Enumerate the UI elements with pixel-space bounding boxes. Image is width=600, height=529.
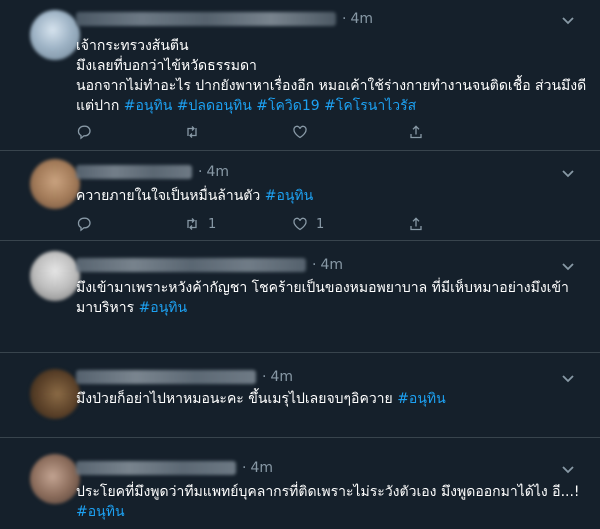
avatar[interactable] xyxy=(30,10,80,60)
separator-dot: · xyxy=(262,369,267,385)
like-button[interactable] xyxy=(292,122,316,142)
tweet-text-line: #อนุทิน xyxy=(76,502,586,522)
tweet-text-line: มึงเลยที่บอกว่าไข้หวัดธรรมดา xyxy=(76,56,586,76)
author-name[interactable] xyxy=(76,370,256,384)
retweet-button[interactable] xyxy=(184,122,208,142)
tweet-time[interactable]: 4m xyxy=(270,369,293,385)
tweet-text-line: เจ้ากระทรวงส้นตีน xyxy=(76,36,586,56)
text-run: ประโยคที่มึงพูดว่าทีมแพทย์บุคลากรที่ติดเ… xyxy=(76,484,580,500)
tweet[interactable]: · 4m มึงป่วยก็อย่าไปหาหมอนะคะ ขึ้นเมรุไป… xyxy=(0,353,600,438)
chevron-down-icon xyxy=(562,17,574,25)
tweet-text: ควายภายในใจเป็นหมื่นล้านตัว #อนุทิน xyxy=(76,186,586,206)
hashtag-links[interactable]: #อนุทิน xyxy=(76,504,125,520)
like-icon xyxy=(293,125,307,139)
more-options-button[interactable] xyxy=(560,258,576,274)
tweet-text: เจ้ากระทรวงส้นตีน มึงเลยที่บอกว่าไข้หวัด… xyxy=(76,36,586,116)
share-button[interactable] xyxy=(408,122,424,142)
tweet-actions xyxy=(76,122,516,142)
like-icon xyxy=(293,217,307,231)
text-run: มึงเข้ามาเพราะหวังค้ากัญชา โชคร้ายเป็นขอ… xyxy=(76,280,569,296)
tweet[interactable]: · 4m ประโยคที่มึงพูดว่าทีมแพทย์บุคลากรที… xyxy=(0,438,600,529)
like-count: 1 xyxy=(316,216,325,232)
tweet-time[interactable]: 4m xyxy=(250,460,273,476)
separator-dot: · xyxy=(312,257,317,273)
text-run: มึงเลยที่บอกว่าไข้หวัดธรรมดา xyxy=(76,58,257,74)
tweet-feed: · 4m เจ้ากระทรวงส้นตีน มึงเลยที่บอกว่าไข… xyxy=(0,0,600,529)
chevron-down-icon xyxy=(562,466,574,474)
tweet-actions: 1 1 xyxy=(76,214,516,234)
avatar[interactable] xyxy=(30,251,80,301)
more-options-button[interactable] xyxy=(560,12,576,28)
author-name[interactable] xyxy=(76,165,192,179)
retweet-count: 1 xyxy=(208,216,217,232)
tweet-header: · 4m xyxy=(76,369,293,385)
chevron-down-icon xyxy=(562,375,574,383)
separator-dot: · xyxy=(242,460,247,476)
share-icon xyxy=(410,125,422,139)
tweet[interactable]: · 4m มึงเข้ามาเพราะหวังค้ากัญชา โชคร้ายเ… xyxy=(0,241,600,353)
tweet-time[interactable]: 4m xyxy=(350,11,373,27)
tweet[interactable]: · 4m เจ้ากระทรวงส้นตีน มึงเลยที่บอกว่าไข… xyxy=(0,0,600,151)
hashtag-links[interactable]: #อนุทิน #ปลดอนุทิน #โควิด19 #โคโรนาไวรัส xyxy=(124,98,416,114)
tweet-header: · 4m xyxy=(76,257,343,273)
reply-icon xyxy=(77,217,91,232)
reply-button[interactable] xyxy=(76,122,100,142)
text-run: มาบริหาร xyxy=(76,300,139,316)
tweet-text-line: มึงเข้ามาเพราะหวังค้ากัญชา โชคร้ายเป็นขอ… xyxy=(76,278,586,298)
hashtag-links[interactable]: #อนุทิน xyxy=(265,188,314,204)
tweet-header: · 4m xyxy=(76,11,373,27)
tweet-header: · 4m xyxy=(76,460,273,476)
tweet-text-line: ประโยคที่มึงพูดว่าทีมแพทย์บุคลากรที่ติดเ… xyxy=(76,482,586,502)
tweet-text-line: นอกจากไม่ทำอะไร ปากยังพาหาเรื่องอีก หมอเ… xyxy=(76,76,586,96)
reply-icon xyxy=(77,125,91,140)
separator-dot: · xyxy=(198,164,203,180)
tweet-text-line: ควายภายในใจเป็นหมื่นล้านตัว #อนุทิน xyxy=(76,186,586,206)
author-name[interactable] xyxy=(76,258,306,272)
retweet-icon xyxy=(187,126,197,138)
more-options-button[interactable] xyxy=(560,461,576,477)
more-options-button[interactable] xyxy=(560,370,576,386)
tweet-text: มึงเข้ามาเพราะหวังค้ากัญชา โชคร้ายเป็นขอ… xyxy=(76,278,586,318)
tweet-header: · 4m xyxy=(76,164,229,180)
author-name[interactable] xyxy=(76,461,236,475)
text-run: ควายภายในใจเป็นหมื่นล้านตัว xyxy=(76,188,265,204)
author-name[interactable] xyxy=(76,12,336,26)
like-button[interactable]: 1 xyxy=(292,214,324,234)
separator-dot: · xyxy=(342,11,347,27)
tweet-text: ประโยคที่มึงพูดว่าทีมแพทย์บุคลากรที่ติดเ… xyxy=(76,482,586,522)
retweet-button[interactable]: 1 xyxy=(184,214,216,234)
tweet[interactable]: · 4m ควายภายในใจเป็นหมื่นล้านตัว #อนุทิน… xyxy=(0,151,600,241)
more-options-button[interactable] xyxy=(560,165,576,181)
tweet-time[interactable]: 4m xyxy=(206,164,229,180)
chevron-down-icon xyxy=(562,170,574,178)
tweet-text: มึงป่วยก็อย่าไปหาหมอนะคะ ขึ้นเมรุไปเลยจบ… xyxy=(76,389,586,409)
hashtag-links[interactable]: #อนุทิน xyxy=(139,300,188,316)
chevron-down-icon xyxy=(562,263,574,271)
text-run: แต่ปาก xyxy=(76,98,124,114)
tweet-text-line: มาบริหาร #อนุทิน xyxy=(76,298,586,318)
hashtag-links[interactable]: #อนุทิน xyxy=(397,391,446,407)
avatar[interactable] xyxy=(30,159,80,209)
text-run: เจ้ากระทรวงส้นตีน xyxy=(76,38,189,54)
retweet-icon xyxy=(187,218,197,230)
tweet-text-line: แต่ปาก #อนุทิน #ปลดอนุทิน #โควิด19 #โคโร… xyxy=(76,96,586,116)
text-run: มึงป่วยก็อย่าไปหาหมอนะคะ ขึ้นเมรุไปเลยจบ… xyxy=(76,391,398,407)
avatar[interactable] xyxy=(30,369,80,419)
text-run: นอกจากไม่ทำอะไร ปากยังพาหาเรื่องอีก หมอเ… xyxy=(76,78,587,94)
avatar[interactable] xyxy=(30,454,80,504)
reply-button[interactable] xyxy=(76,214,100,234)
tweet-text-line: มึงป่วยก็อย่าไปหาหมอนะคะ ขึ้นเมรุไปเลยจบ… xyxy=(76,389,586,409)
tweet-time[interactable]: 4m xyxy=(320,257,343,273)
share-button[interactable] xyxy=(408,214,424,234)
share-icon xyxy=(410,217,422,231)
